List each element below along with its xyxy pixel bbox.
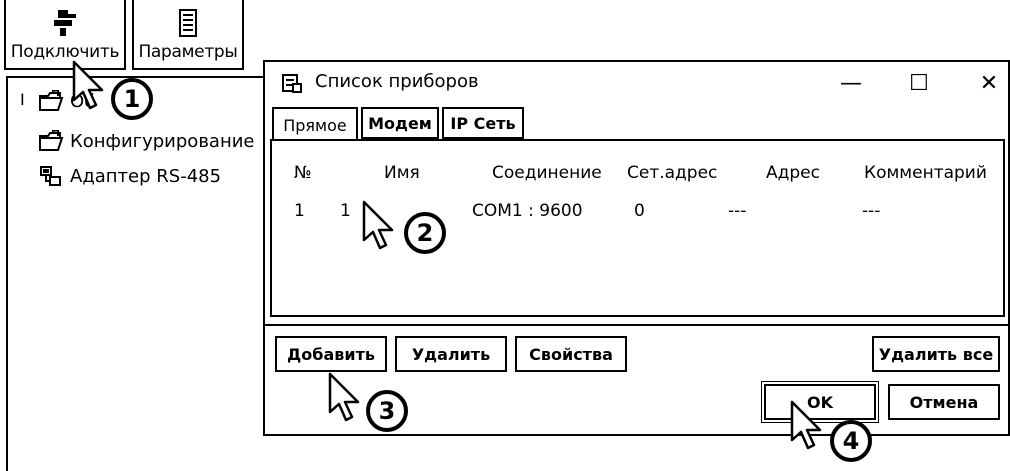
tree-item-label: Адаптер RS-485: [70, 165, 222, 187]
tab-modem[interactable]: Модем: [361, 107, 439, 139]
dialog-titlebar[interactable]: Список приборов — ☐ ✕: [265, 62, 1008, 102]
properties-button[interactable]: Свойства: [515, 336, 627, 372]
cell-net-address: 0: [634, 201, 645, 221]
connect-button[interactable]: Подключить: [4, 0, 126, 70]
adapter-icon: [40, 166, 61, 186]
column-header-connection[interactable]: Соединение: [492, 163, 602, 183]
maximize-button[interactable]: ☐: [899, 66, 939, 100]
minimize-button[interactable]: —: [831, 66, 871, 100]
tree-panel-left-border: [6, 76, 8, 471]
parameters-icon: [179, 9, 197, 37]
step-badge-3: 3: [366, 390, 408, 432]
cell-name: 1: [340, 201, 351, 221]
tree-expander[interactable]: I: [20, 90, 25, 109]
connect-button-label: Подключить: [10, 42, 120, 62]
tab-ip-network[interactable]: IP Сеть: [442, 107, 524, 139]
step-badge-1: 1: [111, 78, 153, 120]
tree-panel-top-border: [6, 76, 276, 78]
folder-open-icon: [39, 130, 64, 151]
tab-label: Модем: [368, 113, 432, 133]
add-button[interactable]: Добавить: [275, 336, 387, 372]
column-header-comment[interactable]: Комментарий: [864, 163, 987, 183]
close-button[interactable]: ✕: [969, 66, 1009, 100]
folder-open-icon: [39, 90, 64, 111]
mouse-pointer-icon: [72, 60, 104, 110]
mouse-pointer-icon: [790, 400, 822, 450]
tree-item-configuration[interactable]: Конфигурирование: [38, 130, 255, 152]
mouse-pointer-icon: [362, 200, 394, 250]
tree-item-label: Конфигурирование: [70, 130, 255, 152]
cell-connection: COM1 : 9600: [472, 201, 583, 221]
delete-all-button[interactable]: Удалить все: [872, 336, 1000, 372]
device-list-icon: [282, 74, 302, 93]
tab-label: Прямое: [283, 116, 347, 135]
column-header-address[interactable]: Адрес: [766, 163, 820, 183]
tab-direct[interactable]: Прямое: [272, 107, 358, 142]
mouse-pointer-icon: [328, 372, 360, 422]
cell-number: 1: [294, 201, 305, 221]
tab-label: IP Сеть: [450, 113, 516, 133]
step-badge-4: 4: [830, 420, 872, 462]
cancel-button[interactable]: Отмена: [888, 384, 1000, 420]
step-badge-2: 2: [404, 212, 446, 254]
column-header-number[interactable]: №: [294, 163, 312, 183]
dialog-title: Список приборов: [315, 71, 479, 92]
column-header-name[interactable]: Имя: [384, 163, 420, 183]
tree-item-adapter[interactable]: Адаптер RS-485: [38, 165, 221, 187]
parameters-button-label: Параметры: [138, 42, 238, 62]
dialog-separator: [265, 324, 1008, 326]
delete-button[interactable]: Удалить: [395, 336, 507, 372]
parameters-button[interactable]: Параметры: [132, 0, 244, 70]
column-header-net-address[interactable]: Сет.адрес: [627, 163, 717, 183]
cell-comment: ---: [862, 201, 881, 221]
cell-address: ---: [728, 201, 747, 221]
connect-icon: [54, 10, 76, 36]
